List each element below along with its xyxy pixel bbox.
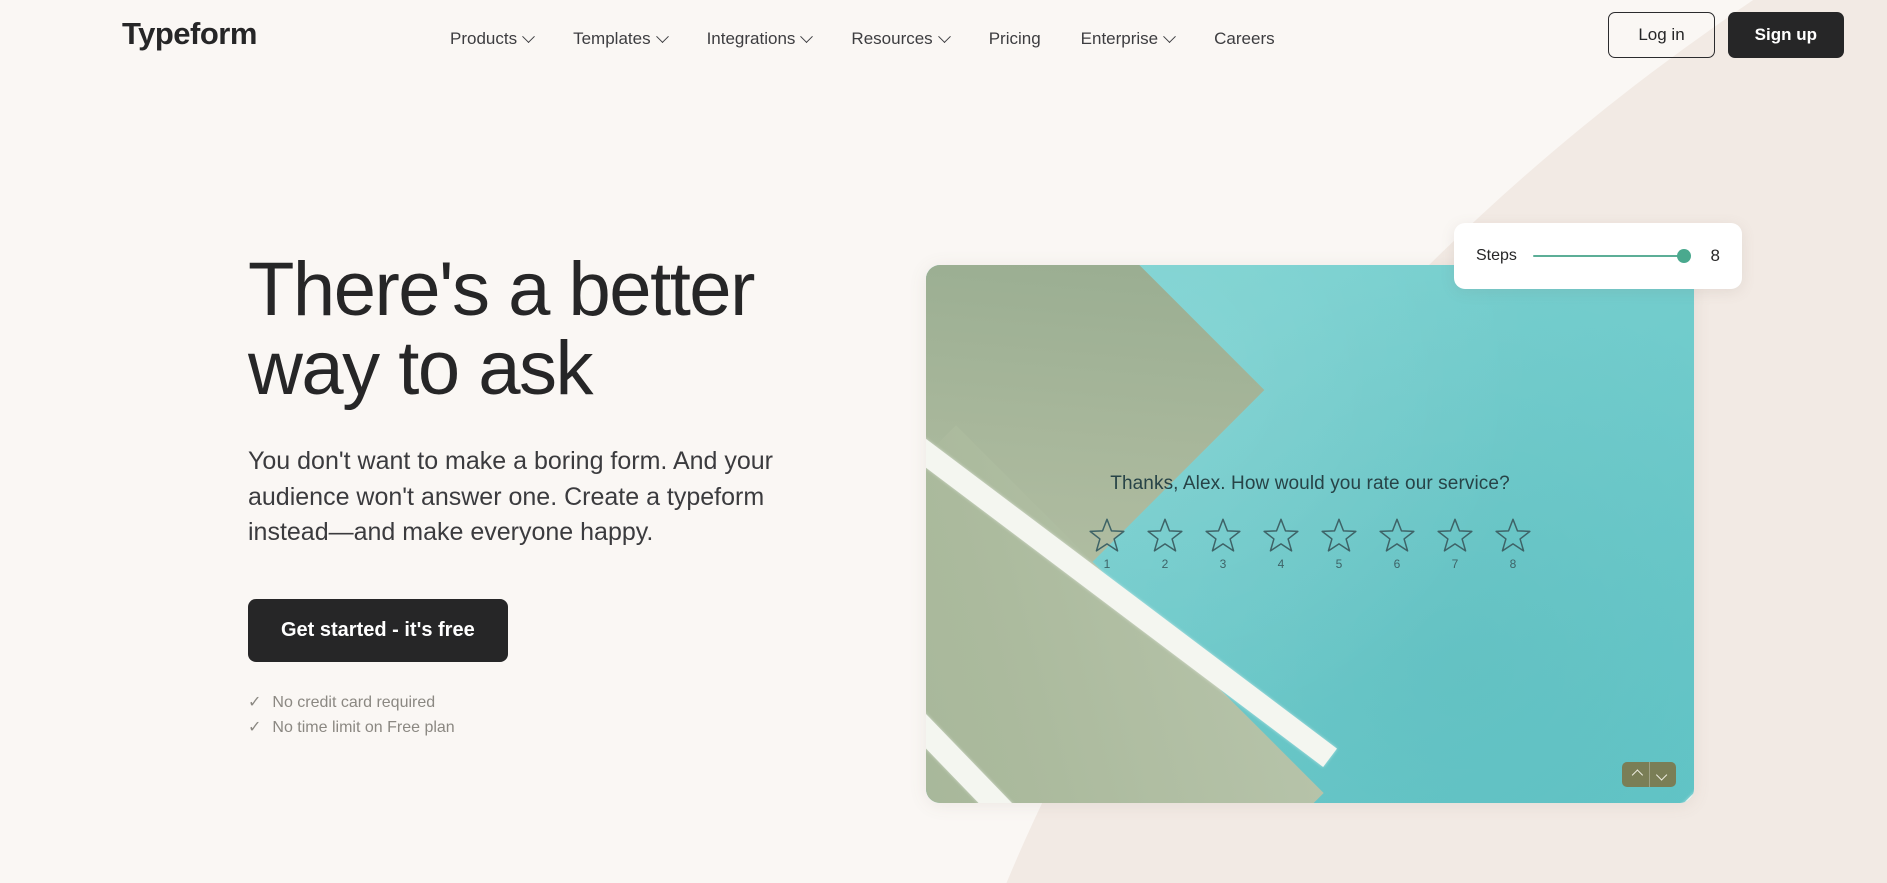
nav-item-label: Integrations xyxy=(706,29,796,48)
steps-slider[interactable] xyxy=(1532,247,1691,265)
rating-star-7[interactable]: 7 xyxy=(1432,517,1478,571)
nav-item-integrations[interactable]: Integrations xyxy=(687,22,832,56)
nav-item-careers[interactable]: Careers xyxy=(1194,22,1294,56)
question-text: Thanks, Alex. How would you rate our ser… xyxy=(1110,473,1510,494)
star-outline-icon xyxy=(1263,518,1299,552)
nav-item-pricing[interactable]: Pricing xyxy=(969,22,1061,56)
star-outline-icon xyxy=(1437,518,1473,552)
rating-star-label: 3 xyxy=(1219,557,1227,571)
star-outline-icon xyxy=(1205,518,1241,552)
header-actions: Log in Sign up xyxy=(1608,12,1844,58)
rating-star-2[interactable]: 2 xyxy=(1142,517,1188,571)
nav-item-label: Products xyxy=(450,29,518,48)
chevron-down-icon xyxy=(937,29,951,43)
perk-list: ✓ No credit card required ✓ No time limi… xyxy=(248,694,868,737)
perk-item: ✓ No time limit on Free plan xyxy=(248,719,868,737)
chevron-down-icon xyxy=(800,29,814,43)
rating-star-label: 8 xyxy=(1509,557,1517,571)
rating-star-row: 1 2 3 4 5 6 7 8 xyxy=(926,517,1694,571)
rating-question-block: Thanks, Alex. How would you rate our ser… xyxy=(926,473,1694,571)
rating-star-label: 6 xyxy=(1393,557,1401,571)
steps-label: Steps xyxy=(1476,247,1517,264)
chevron-down-icon xyxy=(522,29,535,43)
slider-track xyxy=(1532,254,1690,258)
rating-star-5[interactable]: 5 xyxy=(1316,517,1362,571)
nav-item-enterprise[interactable]: Enterprise xyxy=(1061,22,1194,56)
primary-navigation: Products Templates Integrations Resource… xyxy=(430,22,1295,56)
nav-item-label: Templates xyxy=(573,29,651,48)
rating-star-label: 1 xyxy=(1103,557,1111,571)
rating-star-label: 2 xyxy=(1161,557,1169,571)
perk-label: No time limit on Free plan xyxy=(272,718,455,736)
rating-star-label: 7 xyxy=(1451,557,1459,571)
nav-item-label: Careers xyxy=(1214,29,1275,48)
site-header: Typeform Products Templates Integrations… xyxy=(0,0,1887,72)
signup-button[interactable]: Sign up xyxy=(1727,12,1844,58)
hero-content: There's a better way to ask You don't wa… xyxy=(248,250,868,737)
rating-star-label: 4 xyxy=(1277,557,1285,571)
next-question-button[interactable] xyxy=(1649,762,1676,787)
check-icon: ✓ xyxy=(248,693,262,711)
rating-star-4[interactable]: 4 xyxy=(1258,517,1304,571)
hero-title-line-1: There's a better xyxy=(248,247,755,332)
brand-logo[interactable]: Typeform xyxy=(122,16,257,52)
star-outline-icon xyxy=(1147,518,1183,552)
nav-item-templates[interactable]: Templates xyxy=(553,22,686,56)
login-button[interactable]: Log in xyxy=(1608,12,1715,58)
preview-navigation-controls xyxy=(1622,762,1676,787)
hero-title-line-2: way to ask xyxy=(248,326,594,412)
previous-question-button[interactable] xyxy=(1622,762,1649,787)
slider-thumb[interactable] xyxy=(1677,249,1691,263)
perk-label: No credit card required xyxy=(272,693,436,711)
nav-item-label: Enterprise xyxy=(1080,29,1159,48)
rating-star-3[interactable]: 3 xyxy=(1200,517,1246,571)
perk-item: ✓ No credit card required xyxy=(248,694,868,712)
star-outline-icon xyxy=(1495,518,1531,552)
steps-control-card: Steps 8 xyxy=(1454,223,1742,289)
check-icon: ✓ xyxy=(248,718,262,736)
get-started-button[interactable]: Get started - it's free xyxy=(248,598,508,662)
star-outline-icon xyxy=(1089,518,1125,552)
chevron-down-icon xyxy=(655,29,669,43)
page-title: There's a better way to ask xyxy=(248,250,868,408)
rating-star-label: 5 xyxy=(1335,557,1343,571)
nav-item-products[interactable]: Products xyxy=(430,22,553,56)
rating-star-6[interactable]: 6 xyxy=(1374,517,1420,571)
rating-star-1[interactable]: 1 xyxy=(1084,517,1130,571)
nav-item-label: Resources xyxy=(851,29,933,48)
hero-subtitle: You don't want to make a boring form. An… xyxy=(248,447,773,547)
star-outline-icon xyxy=(1321,518,1357,552)
chevron-down-icon xyxy=(1163,29,1177,43)
chevron-down-icon xyxy=(1655,768,1668,781)
rating-star-8[interactable]: 8 xyxy=(1490,517,1536,571)
steps-value: 8 xyxy=(1710,246,1720,265)
nav-item-resources[interactable]: Resources xyxy=(831,22,968,56)
form-preview-card[interactable]: Thanks, Alex. How would you rate our ser… xyxy=(926,265,1694,803)
nav-item-label: Pricing xyxy=(988,29,1041,48)
chevron-up-icon xyxy=(1631,768,1643,781)
star-outline-icon xyxy=(1379,518,1415,552)
